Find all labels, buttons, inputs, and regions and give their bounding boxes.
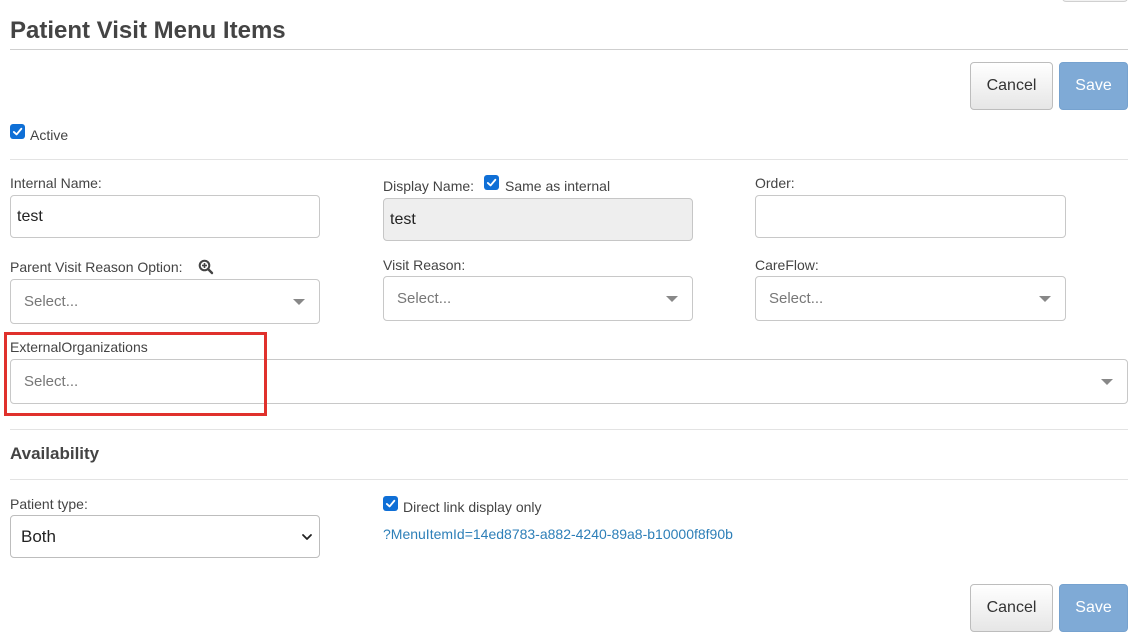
top-edge-button-fragment	[1062, 0, 1128, 2]
direct-link-checkbox[interactable]	[383, 496, 398, 511]
parent-visit-reason-select[interactable]: Select...	[10, 279, 320, 324]
zoom-in-icon[interactable]	[198, 259, 214, 275]
direct-link-label: Direct link display only	[403, 499, 542, 515]
check-icon	[12, 127, 23, 136]
caret-down-icon	[666, 295, 678, 302]
chevron-down-icon	[302, 534, 312, 540]
section-divider	[10, 159, 1128, 160]
display-name-input: test	[383, 198, 693, 241]
caret-down-icon	[1039, 295, 1051, 302]
menu-item-link[interactable]: ?MenuItemId=14ed8783-a882-4240-89a8-b100…	[383, 526, 733, 542]
active-checkbox[interactable]	[10, 124, 25, 139]
active-label: Active	[30, 127, 69, 143]
internal-name-label: Internal Name:	[10, 175, 102, 191]
display-name-label: Display Name:	[383, 178, 475, 194]
annotation-highlight-box	[4, 332, 267, 416]
visit-reason-placeholder: Select...	[397, 290, 452, 307]
same-as-internal-checkbox[interactable]	[484, 175, 499, 190]
patient-type-label: Patient type:	[10, 496, 88, 512]
section-divider	[10, 479, 1128, 480]
order-label: Order:	[755, 175, 795, 191]
cancel-button-bottom[interactable]: Cancel	[970, 584, 1053, 632]
order-input[interactable]	[755, 195, 1066, 238]
cancel-button-top[interactable]: Cancel	[970, 62, 1053, 110]
caret-down-icon	[293, 298, 305, 305]
internal-name-input[interactable]: test	[10, 195, 320, 238]
page-title: Patient Visit Menu Items	[10, 17, 286, 44]
check-icon	[486, 178, 497, 187]
careflow-label: CareFlow:	[755, 257, 819, 273]
patient-type-value: Both	[21, 526, 56, 546]
careflow-placeholder: Select...	[769, 290, 824, 307]
save-button-bottom[interactable]: Save	[1059, 584, 1128, 632]
parent-visit-reason-label: Parent Visit Reason Option:	[10, 259, 183, 275]
title-divider	[10, 49, 1128, 50]
caret-down-icon	[1101, 378, 1113, 385]
check-icon	[385, 499, 396, 508]
careflow-select[interactable]: Select...	[755, 276, 1066, 321]
visit-reason-select[interactable]: Select...	[383, 276, 693, 321]
patient-type-select[interactable]: Both	[10, 515, 320, 558]
parent-visit-reason-placeholder: Select...	[24, 293, 79, 310]
save-button-top[interactable]: Save	[1059, 62, 1128, 110]
section-divider	[10, 429, 1128, 430]
availability-heading: Availability	[10, 444, 100, 463]
same-as-internal-label: Same as internal	[505, 178, 611, 194]
visit-reason-label: Visit Reason:	[383, 257, 466, 273]
